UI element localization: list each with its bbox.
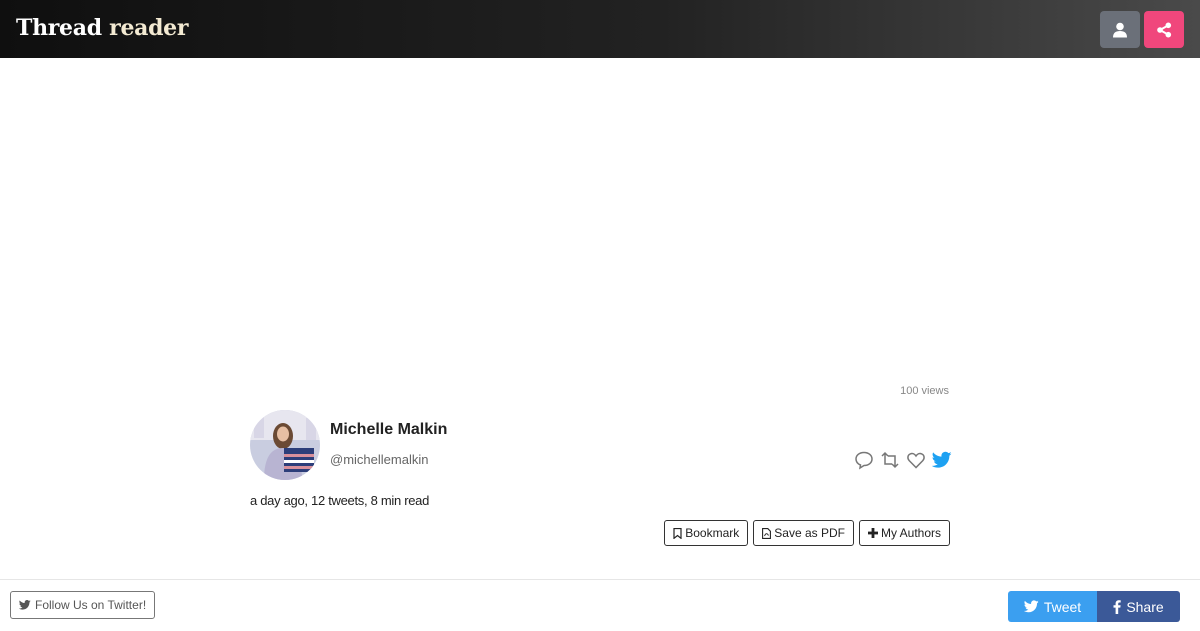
- author-handle[interactable]: @michellemalkin: [330, 452, 428, 467]
- thread-meta: a day ago, 12 tweets, 8 min read: [250, 493, 430, 508]
- user-icon: [1113, 22, 1127, 37]
- logo-text-reader: reader: [109, 15, 189, 41]
- tweet-button[interactable]: Tweet: [1008, 591, 1097, 622]
- share-button[interactable]: [1144, 11, 1184, 48]
- site-logo[interactable]: Thread reader: [16, 15, 188, 41]
- twitter-bird-icon[interactable]: [931, 449, 953, 471]
- user-account-button[interactable]: [1100, 11, 1140, 48]
- like-icon[interactable]: [905, 449, 927, 471]
- author-name[interactable]: Michelle Malkin: [330, 421, 447, 439]
- twitter-icon: [19, 600, 31, 610]
- pdf-file-icon: [762, 527, 772, 539]
- view-count: 100 views: [900, 385, 949, 397]
- twitter-icon: [1023, 600, 1039, 613]
- share-label: Share: [1126, 598, 1164, 615]
- retweet-icon[interactable]: [879, 449, 901, 471]
- avatar-image: [250, 410, 320, 480]
- my-authors-button[interactable]: My Authors: [858, 520, 950, 546]
- reply-icon[interactable]: [853, 449, 875, 471]
- follow-us-button[interactable]: Follow Us on Twitter!: [10, 591, 156, 619]
- save-pdf-label: Save as PDF: [774, 526, 845, 540]
- facebook-share-button[interactable]: Share: [1097, 591, 1180, 622]
- share-icon: [1157, 22, 1172, 37]
- my-authors-label: My Authors: [880, 526, 941, 540]
- follow-us-label: Follow Us on Twitter!: [35, 598, 147, 612]
- bookmark-icon: [673, 527, 682, 539]
- tweet-label: Tweet: [1043, 598, 1082, 615]
- logo-text-thread: Thread: [16, 15, 102, 41]
- footer-bar: Follow Us on Twitter! Tweet Share: [0, 579, 1200, 631]
- tweet-actions: [853, 449, 953, 471]
- bookmark-button[interactable]: Bookmark: [664, 520, 749, 546]
- author-avatar[interactable]: [250, 410, 320, 480]
- bookmark-label: Bookmark: [685, 526, 740, 540]
- facebook-icon: [1113, 599, 1122, 614]
- save-pdf-button[interactable]: Save as PDF: [753, 520, 854, 546]
- plus-icon: [867, 528, 878, 538]
- thread-actions: Bookmark Save as PDF My Authors: [664, 520, 950, 546]
- top-bar: Thread reader: [0, 0, 1200, 58]
